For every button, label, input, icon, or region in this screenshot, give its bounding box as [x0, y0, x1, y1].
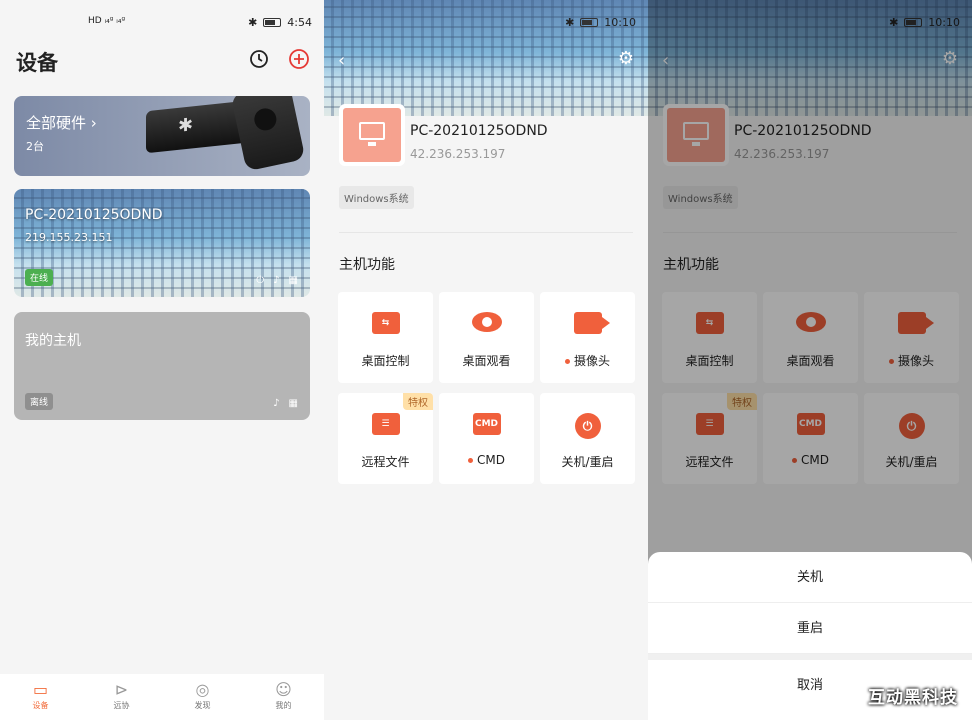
back-icon[interactable]: ‹ [338, 50, 345, 71]
tab-label: 我的 [275, 701, 292, 710]
all-hardware-title: 全部硬件 › [26, 114, 97, 132]
desktop-control-icon: ⇆ [371, 312, 400, 334]
host-detail-screen: ✱ 10:10 ‹ ⚙ PC-20210125ODND 42.236.253.1… [324, 0, 648, 720]
desktop-control-button[interactable]: ⇆ 桌面控制 [338, 292, 433, 383]
offline-badge: 离线 [25, 393, 54, 410]
chevron-right-icon: › [90, 114, 97, 132]
pc-name: PC-20210125ODND [25, 207, 163, 223]
bluetooth-icon: ✱ [248, 16, 258, 29]
function-label: 摄像头 [540, 352, 635, 369]
status-icons-right: ✱ 10:10 [565, 16, 636, 29]
all-hardware-card[interactable]: 全部硬件 › 2台 [14, 96, 310, 176]
bottom-tab-bar: ▭ 设备 ⊳ 远协 ◎ 发现 ☺ 我的 [0, 674, 324, 720]
compass-icon: ◎ [195, 680, 210, 699]
cmd-button[interactable]: CMD CMD [439, 393, 534, 484]
camera-icon [573, 312, 610, 334]
tab-remote-assist[interactable]: ⊳ 远协 [81, 674, 162, 720]
new-dot [564, 359, 570, 364]
pc-avatar [339, 104, 405, 166]
status-icons-right: ✱ 4:54 [248, 16, 312, 29]
pc-quick-actions: ⏻ ♪ ▦ [256, 275, 298, 286]
windows-icon: ▦ [288, 275, 298, 286]
pc-name: PC-20210125ODND [410, 123, 548, 139]
status-bar: ✱ 10:10 [324, 14, 648, 34]
watermark: 互动黑科技 [868, 688, 958, 708]
profile-icon: ☺ [275, 680, 292, 699]
battery-icon [580, 18, 599, 27]
tab-me[interactable]: ☺ 我的 [243, 674, 324, 720]
pc-device-card[interactable]: PC-20210125ODND 219.155.23.151 在线 ⏻ ♪ ▦ [14, 189, 310, 297]
tab-label: 远协 [113, 701, 130, 710]
power-icon: ⏻ [574, 413, 601, 439]
smart-plug-image [230, 96, 306, 172]
function-label: 桌面观看 [462, 354, 511, 368]
battery-icon [263, 18, 282, 27]
my-host-icons: ♪ ▦ [273, 398, 298, 409]
devices-icon: ▭ [32, 680, 49, 699]
eye-icon [471, 312, 502, 332]
shutdown-option[interactable]: 关机 [648, 552, 972, 603]
power-restart-button[interactable]: ⏻ 关机/重启 [540, 393, 635, 484]
tab-label: 发现 [194, 701, 211, 710]
divider [339, 232, 633, 233]
os-tag: Windows系统 [339, 186, 414, 209]
power-sheet-screen: ✱ 10:10 ‹ ⚙ PC-20210125ODND 42.236.253.1… [648, 0, 972, 720]
status-time: 4:54 [287, 16, 312, 29]
section-title: 主机功能 [339, 257, 395, 273]
function-label: 远程文件 [361, 455, 410, 469]
monitor-icon [359, 122, 385, 146]
function-label: 桌面控制 [361, 354, 410, 368]
status-icons-left: HD ᵢ₄ᶢ ᵢ₄ᶢ [88, 16, 126, 26]
restart-option[interactable]: 重启 [648, 603, 972, 654]
function-grid: ⇆ 桌面控制 桌面观看 摄像头 特权 ☰ 远程文件 CMD CMD ⏻ 关机/重… [338, 292, 635, 484]
online-badge: 在线 [25, 269, 54, 286]
bell-icon: ♪ [273, 398, 280, 409]
status-bar: HD ᵢ₄ᶢ ᵢ₄ᶢ ✱ 4:54 [0, 14, 324, 34]
device-list-screen: HD ᵢ₄ᶢ ᵢ₄ᶢ ✱ 4:54 设备 全部硬件 › 2台 PC-202101… [0, 0, 324, 720]
page-title: 设备 [16, 51, 58, 75]
gear-icon[interactable]: ⚙ [618, 48, 634, 69]
tab-discover[interactable]: ◎ 发现 [162, 674, 243, 720]
vip-badge: 特权 [403, 393, 433, 410]
tab-label: 设备 [32, 701, 49, 710]
status-time: 10:10 [604, 16, 636, 29]
history-icon[interactable] [248, 48, 270, 70]
tab-devices[interactable]: ▭ 设备 [0, 674, 81, 720]
my-host-name: 我的主机 [25, 333, 81, 349]
function-label: CMD [439, 453, 534, 467]
remote-assist-icon: ⊳ [114, 680, 129, 699]
power-icon[interactable]: ⏻ [256, 275, 264, 286]
bluetooth-icon: ✱ [565, 16, 575, 29]
bell-icon[interactable]: ♪ [273, 275, 279, 286]
desktop-banner: ✱ 10:10 ‹ ⚙ [324, 0, 648, 116]
folder-icon: ☰ [371, 413, 400, 435]
camera-button[interactable]: 摄像头 [540, 292, 635, 383]
pc-ip: 219.155.23.151 [25, 231, 113, 244]
new-dot [468, 458, 473, 463]
remote-files-button[interactable]: 特权 ☰ 远程文件 [338, 393, 433, 484]
hardware-count: 2台 [26, 140, 44, 153]
my-host-card[interactable]: 我的主机 离线 ♪ ▦ [14, 312, 310, 420]
windows-icon: ▦ [288, 398, 298, 409]
cmd-icon: CMD [472, 413, 501, 435]
plus-circle-icon[interactable] [288, 48, 310, 70]
desktop-view-button[interactable]: 桌面观看 [439, 292, 534, 383]
function-label: 关机/重启 [561, 455, 614, 469]
pc-ip: 42.236.253.197 [410, 147, 506, 161]
usb-dongle-image [146, 100, 246, 154]
